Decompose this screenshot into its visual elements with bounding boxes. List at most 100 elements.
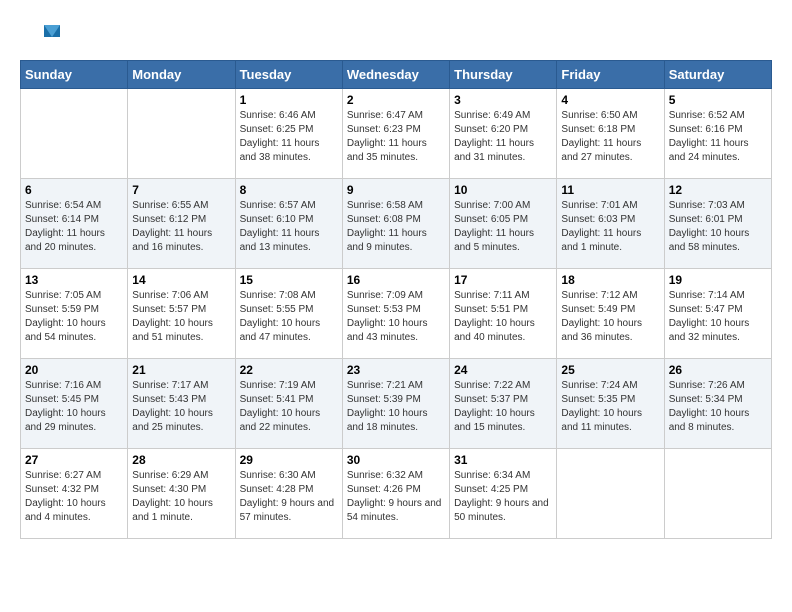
day-number: 18	[561, 273, 659, 287]
day-cell: 12 Sunrise: 7:03 AM Sunset: 6:01 PM Dayli…	[664, 179, 771, 269]
logo-icon	[20, 20, 60, 50]
day-info: Sunrise: 7:16 AM Sunset: 5:45 PM Dayligh…	[25, 379, 123, 435]
day-cell: 2 Sunrise: 6:47 AM Sunset: 6:23 PM Daylig…	[342, 89, 449, 179]
day-info: Sunrise: 7:11 AM Sunset: 5:51 PM Dayligh…	[454, 289, 552, 345]
logo	[20, 20, 64, 50]
day-info: Sunrise: 7:01 AM Sunset: 6:03 PM Dayligh…	[561, 199, 659, 255]
day-cell: 25 Sunrise: 7:24 AM Sunset: 5:35 PM Dayli…	[557, 359, 664, 449]
day-info: Sunrise: 6:46 AM Sunset: 6:25 PM Dayligh…	[240, 109, 338, 165]
day-cell: 16 Sunrise: 7:09 AM Sunset: 5:53 PM Dayli…	[342, 269, 449, 359]
day-number: 9	[347, 183, 445, 197]
day-info: Sunrise: 6:30 AM Sunset: 4:28 PM Dayligh…	[240, 469, 338, 525]
day-number: 16	[347, 273, 445, 287]
day-info: Sunrise: 6:58 AM Sunset: 6:08 PM Dayligh…	[347, 199, 445, 255]
day-info: Sunrise: 6:52 AM Sunset: 6:16 PM Dayligh…	[669, 109, 767, 165]
day-info: Sunrise: 7:05 AM Sunset: 5:59 PM Dayligh…	[25, 289, 123, 345]
day-info: Sunrise: 6:54 AM Sunset: 6:14 PM Dayligh…	[25, 199, 123, 255]
day-number: 24	[454, 363, 552, 377]
day-info: Sunrise: 6:27 AM Sunset: 4:32 PM Dayligh…	[25, 469, 123, 525]
week-row-2: 6 Sunrise: 6:54 AM Sunset: 6:14 PM Daylig…	[21, 179, 772, 269]
day-cell	[664, 449, 771, 539]
week-row-5: 27Sunrise: 6:27 AM Sunset: 4:32 PM Dayli…	[21, 449, 772, 539]
day-number: 3	[454, 93, 552, 107]
day-info: Sunrise: 7:21 AM Sunset: 5:39 PM Dayligh…	[347, 379, 445, 435]
day-cell	[128, 89, 235, 179]
day-cell: 1 Sunrise: 6:46 AM Sunset: 6:25 PM Daylig…	[235, 89, 342, 179]
week-row-4: 20 Sunrise: 7:16 AM Sunset: 5:45 PM Dayli…	[21, 359, 772, 449]
day-cell: 5 Sunrise: 6:52 AM Sunset: 6:16 PM Daylig…	[664, 89, 771, 179]
header-tuesday: Tuesday	[235, 61, 342, 89]
day-number: 25	[561, 363, 659, 377]
day-number: 28	[132, 453, 230, 467]
day-cell: 18 Sunrise: 7:12 AM Sunset: 5:49 PM Dayli…	[557, 269, 664, 359]
day-cell: 21 Sunrise: 7:17 AM Sunset: 5:43 PM Dayli…	[128, 359, 235, 449]
day-cell: 14Sunrise: 7:06 AM Sunset: 5:57 PM Dayli…	[128, 269, 235, 359]
header-saturday: Saturday	[664, 61, 771, 89]
day-cell: 15Sunrise: 7:08 AM Sunset: 5:55 PM Dayli…	[235, 269, 342, 359]
day-info: Sunrise: 7:19 AM Sunset: 5:41 PM Dayligh…	[240, 379, 338, 435]
day-cell: 7 Sunrise: 6:55 AM Sunset: 6:12 PM Daylig…	[128, 179, 235, 269]
day-cell: 4 Sunrise: 6:50 AM Sunset: 6:18 PM Daylig…	[557, 89, 664, 179]
day-info: Sunrise: 7:06 AM Sunset: 5:57 PM Dayligh…	[132, 289, 230, 345]
day-cell: 9 Sunrise: 6:58 AM Sunset: 6:08 PM Daylig…	[342, 179, 449, 269]
day-cell: 19 Sunrise: 7:14 AM Sunset: 5:47 PM Dayli…	[664, 269, 771, 359]
day-number: 7	[132, 183, 230, 197]
day-number: 26	[669, 363, 767, 377]
week-row-3: 13 Sunrise: 7:05 AM Sunset: 5:59 PM Dayli…	[21, 269, 772, 359]
header-wednesday: Wednesday	[342, 61, 449, 89]
day-cell: 26 Sunrise: 7:26 AM Sunset: 5:34 PM Dayli…	[664, 359, 771, 449]
day-info: Sunrise: 7:26 AM Sunset: 5:34 PM Dayligh…	[669, 379, 767, 435]
day-info: Sunrise: 7:12 AM Sunset: 5:49 PM Dayligh…	[561, 289, 659, 345]
day-cell: 6 Sunrise: 6:54 AM Sunset: 6:14 PM Daylig…	[21, 179, 128, 269]
header-monday: Monday	[128, 61, 235, 89]
day-info: Sunrise: 6:57 AM Sunset: 6:10 PM Dayligh…	[240, 199, 338, 255]
day-info: Sunrise: 6:32 AM Sunset: 4:26 PM Dayligh…	[347, 469, 445, 525]
day-info: Sunrise: 7:14 AM Sunset: 5:47 PM Dayligh…	[669, 289, 767, 345]
day-info: Sunrise: 6:55 AM Sunset: 6:12 PM Dayligh…	[132, 199, 230, 255]
day-number: 30	[347, 453, 445, 467]
day-cell: 24Sunrise: 7:22 AM Sunset: 5:37 PM Dayli…	[450, 359, 557, 449]
day-number: 4	[561, 93, 659, 107]
day-number: 15	[240, 273, 338, 287]
day-cell	[557, 449, 664, 539]
day-number: 22	[240, 363, 338, 377]
day-number: 2	[347, 93, 445, 107]
day-number: 5	[669, 93, 767, 107]
day-info: Sunrise: 6:49 AM Sunset: 6:20 PM Dayligh…	[454, 109, 552, 165]
day-info: Sunrise: 6:47 AM Sunset: 6:23 PM Dayligh…	[347, 109, 445, 165]
day-info: Sunrise: 7:17 AM Sunset: 5:43 PM Dayligh…	[132, 379, 230, 435]
day-cell: 17 Sunrise: 7:11 AM Sunset: 5:51 PM Dayli…	[450, 269, 557, 359]
day-info: Sunrise: 6:34 AM Sunset: 4:25 PM Dayligh…	[454, 469, 552, 525]
day-number: 21	[132, 363, 230, 377]
day-info: Sunrise: 6:50 AM Sunset: 6:18 PM Dayligh…	[561, 109, 659, 165]
header-thursday: Thursday	[450, 61, 557, 89]
header-friday: Friday	[557, 61, 664, 89]
calendar-header-row: SundayMondayTuesdayWednesdayThursdayFrid…	[21, 61, 772, 89]
day-cell: 23 Sunrise: 7:21 AM Sunset: 5:39 PM Dayli…	[342, 359, 449, 449]
day-number: 10	[454, 183, 552, 197]
day-number: 23	[347, 363, 445, 377]
day-cell: 27Sunrise: 6:27 AM Sunset: 4:32 PM Dayli…	[21, 449, 128, 539]
day-number: 1	[240, 93, 338, 107]
day-cell: 29Sunrise: 6:30 AM Sunset: 4:28 PM Dayli…	[235, 449, 342, 539]
day-number: 17	[454, 273, 552, 287]
day-number: 20	[25, 363, 123, 377]
day-info: Sunrise: 7:03 AM Sunset: 6:01 PM Dayligh…	[669, 199, 767, 255]
day-number: 11	[561, 183, 659, 197]
day-number: 13	[25, 273, 123, 287]
day-info: Sunrise: 6:29 AM Sunset: 4:30 PM Dayligh…	[132, 469, 230, 525]
day-cell: 30 Sunrise: 6:32 AM Sunset: 4:26 PM Dayli…	[342, 449, 449, 539]
calendar: SundayMondayTuesdayWednesdayThursdayFrid…	[20, 60, 772, 539]
day-cell: 20 Sunrise: 7:16 AM Sunset: 5:45 PM Dayli…	[21, 359, 128, 449]
day-info: Sunrise: 7:24 AM Sunset: 5:35 PM Dayligh…	[561, 379, 659, 435]
day-number: 31	[454, 453, 552, 467]
day-cell	[21, 89, 128, 179]
day-cell: 11 Sunrise: 7:01 AM Sunset: 6:03 PM Dayli…	[557, 179, 664, 269]
day-info: Sunrise: 7:09 AM Sunset: 5:53 PM Dayligh…	[347, 289, 445, 345]
header-sunday: Sunday	[21, 61, 128, 89]
day-number: 6	[25, 183, 123, 197]
day-cell: 13 Sunrise: 7:05 AM Sunset: 5:59 PM Dayli…	[21, 269, 128, 359]
day-number: 12	[669, 183, 767, 197]
day-cell: 31 Sunrise: 6:34 AM Sunset: 4:25 PM Dayli…	[450, 449, 557, 539]
day-number: 19	[669, 273, 767, 287]
